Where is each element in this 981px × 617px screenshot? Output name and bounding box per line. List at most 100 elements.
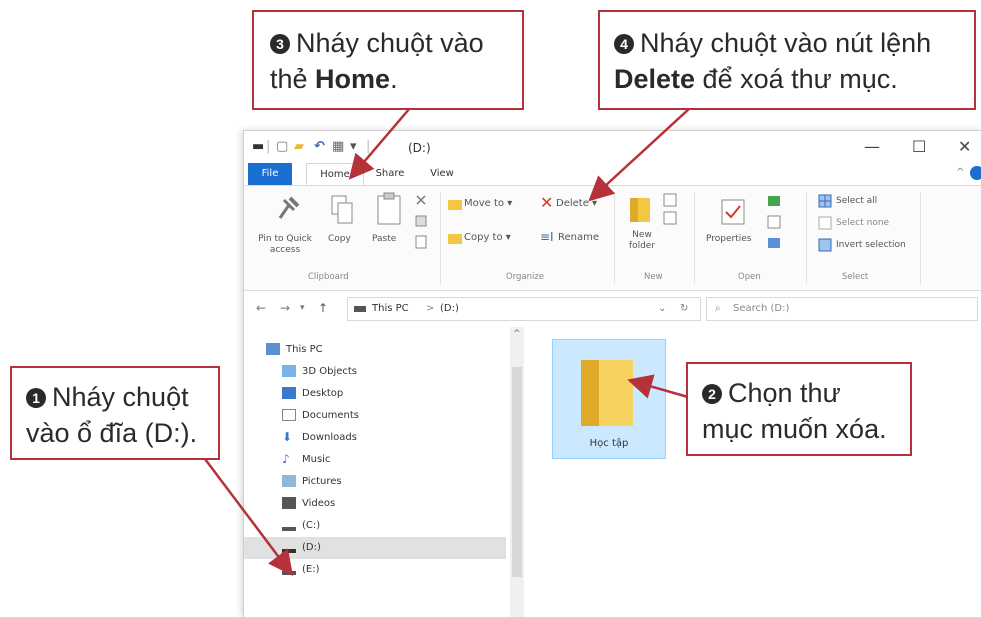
select-none-icon: [818, 216, 832, 230]
paste-icon: [377, 192, 401, 225]
window-title: (D:): [408, 141, 431, 155]
forward-button[interactable]: →: [280, 301, 290, 315]
search-input[interactable]: ⌕ Search (D:): [706, 297, 978, 321]
properties-quick-icon[interactable]: ▢: [276, 139, 288, 154]
paste-button[interactable]: Paste: [372, 234, 396, 245]
collapse-ribbon-icon[interactable]: ^: [956, 167, 964, 178]
address-bar[interactable]: This PC > (D:) ⌄ ↻: [347, 297, 701, 321]
nav-item-c-drive[interactable]: (C:): [282, 515, 320, 537]
dropdown-icon[interactable]: ▾: [350, 139, 357, 154]
system-menu-icon[interactable]: ▬: [252, 139, 264, 154]
callout-text: thẻ: [270, 64, 316, 94]
callout-highlight: Delete: [614, 64, 696, 94]
tab-home[interactable]: Home: [306, 163, 364, 187]
clipboard-small-icons: [415, 195, 427, 249]
minimize-button[interactable]: —: [864, 137, 880, 156]
delete-icon: ✕: [540, 193, 554, 212]
folder-name: Học tập: [589, 438, 629, 449]
nav-item-d-drive[interactable]: (D:): [244, 537, 506, 559]
nav-item-desktop[interactable]: Desktop: [282, 383, 343, 405]
copy-button[interactable]: Copy: [328, 234, 351, 245]
divider: [694, 192, 695, 284]
divider: [614, 192, 615, 284]
maximize-button[interactable]: ☐: [912, 137, 926, 156]
drive-icon: [282, 563, 296, 575]
search-icon: ⌕: [715, 303, 721, 314]
callout-text: Nháy chuột vào nút lệnh: [640, 28, 932, 58]
open-group-label: Open: [738, 272, 761, 282]
properties-button[interactable]: Properties: [706, 234, 751, 245]
move-to-button[interactable]: Move to ▾: [464, 198, 512, 209]
nav-item-this-pc[interactable]: This PC: [266, 339, 323, 361]
ribbon-tabs: File Home Share View ^: [244, 163, 981, 187]
breadcrumb-this-pc[interactable]: This PC: [372, 298, 409, 320]
nav-item-music[interactable]: ♪ Music: [282, 449, 330, 471]
nav-item-3d-objects[interactable]: 3D Objects: [282, 361, 357, 383]
callout-text: Chọn thư: [728, 378, 841, 408]
nav-item-documents[interactable]: Documents: [282, 405, 359, 427]
nav-item-e-drive[interactable]: (E:): [282, 559, 320, 581]
step-badge: 2: [702, 384, 722, 404]
new-folder-icon: [630, 198, 650, 222]
breadcrumb-separator: >: [426, 303, 435, 314]
pictures-icon: [282, 475, 296, 487]
step-badge: 4: [614, 34, 634, 54]
callout-step-4: 4 Nháy chuột vào nút lệnh Delete để xoá t…: [598, 10, 976, 110]
move-to-icon: [448, 200, 462, 210]
folder-item[interactable]: Học tập: [552, 339, 666, 459]
new-folder-button[interactable]: New folder: [622, 230, 662, 252]
callout-step-2: 2 Chọn thư mục muốn xóa.: [686, 362, 912, 456]
customize-icon[interactable]: ▦: [332, 139, 344, 154]
organize-group-label: Organize: [506, 272, 545, 282]
properties-icon: [721, 199, 745, 225]
undo-icon[interactable]: ↶: [314, 139, 325, 154]
select-group-label: Select: [842, 272, 869, 282]
callout-text: mục muốn xóa.: [702, 414, 887, 444]
tab-file[interactable]: File: [248, 163, 292, 185]
refresh-icon[interactable]: ↻: [680, 298, 688, 320]
close-button[interactable]: ✕: [958, 137, 971, 156]
callout-text: vào ổ đĩa (D:).: [26, 418, 198, 448]
cube-icon: [282, 365, 296, 377]
breadcrumb-d-drive[interactable]: (D:): [440, 298, 459, 320]
rename-button[interactable]: Rename: [558, 232, 599, 243]
folder-quick-icon[interactable]: ▰: [294, 139, 304, 154]
callout-text: Nháy chuột vào: [296, 28, 484, 58]
back-button[interactable]: ←: [256, 301, 266, 315]
open-small-icons: [767, 196, 781, 248]
rename-icon: ≡I: [540, 230, 554, 244]
navigation-pane: This PC 3D Objects Desktop Documents ⬇ Do…: [244, 327, 506, 617]
nav-item-downloads[interactable]: ⬇ Downloads: [282, 427, 357, 449]
select-none-button[interactable]: Select none: [836, 218, 889, 229]
nav-item-pictures[interactable]: Pictures: [282, 471, 342, 493]
invert-selection-icon: [818, 238, 832, 252]
callout-highlight: Home: [315, 64, 391, 94]
computer-icon: [266, 343, 280, 355]
scroll-thumb[interactable]: [512, 367, 522, 577]
callout-text: để xoá thư mục.: [695, 64, 898, 94]
scroll-up-icon[interactable]: ^: [513, 329, 521, 339]
select-all-icon: [818, 194, 832, 208]
callout-step-1: 1 Nháy chuột vào ổ đĩa (D:).: [10, 366, 220, 460]
pin-to-quick-access-button[interactable]: Pin to Quick access: [248, 234, 322, 256]
download-icon: ⬇: [282, 430, 293, 444]
tab-share[interactable]: Share: [368, 163, 412, 185]
copy-to-icon: [448, 234, 462, 244]
nav-item-videos[interactable]: Videos: [282, 493, 335, 515]
callout-step-3: 3 Nháy chuột vào thẻ Home.: [252, 10, 524, 110]
ribbon: Pin to Quick access Copy Paste Clipboard…: [244, 185, 981, 291]
invert-selection-button[interactable]: Invert selection: [836, 240, 906, 251]
separator: |: [366, 139, 371, 154]
delete-button[interactable]: Delete ▾: [556, 198, 597, 209]
address-dropdown-icon[interactable]: ⌄: [658, 298, 666, 320]
new-group-label: New: [644, 272, 663, 282]
pin-icon: [278, 196, 300, 219]
navigation-scrollbar[interactable]: ^: [510, 327, 524, 617]
tab-view[interactable]: View: [420, 163, 464, 185]
recent-locations-icon[interactable]: ▾: [300, 303, 305, 313]
select-all-button[interactable]: Select all: [836, 196, 877, 207]
copy-to-button[interactable]: Copy to ▾: [464, 232, 511, 243]
separator: |: [266, 139, 271, 154]
help-icon[interactable]: [970, 166, 981, 180]
up-button[interactable]: ↑: [318, 301, 328, 315]
